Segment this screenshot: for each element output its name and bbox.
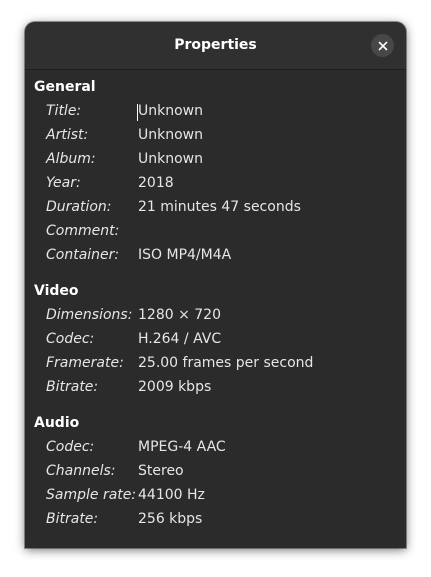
row-value[interactable]: H.264 / AVC bbox=[138, 331, 221, 347]
row-value[interactable]: 25.00 frames per second bbox=[138, 355, 313, 371]
row-label: Artist: bbox=[46, 127, 89, 143]
section-header-general: General bbox=[34, 79, 96, 95]
row-label: Duration: bbox=[46, 199, 112, 215]
row-label: Bitrate: bbox=[46, 511, 99, 527]
row-label: Dimensions: bbox=[46, 307, 133, 323]
row-label: Album: bbox=[46, 151, 96, 167]
titlebar: Properties bbox=[25, 22, 406, 70]
properties-dialog: Properties General Title: Unknown Artist… bbox=[25, 22, 406, 548]
row-year: Year: 2018 bbox=[25, 175, 406, 195]
close-icon bbox=[378, 41, 387, 50]
row-value[interactable]: Unknown bbox=[138, 103, 203, 119]
section-header-audio: Audio bbox=[34, 415, 80, 431]
window-title: Properties bbox=[174, 37, 257, 53]
section-header-video: Video bbox=[34, 283, 79, 299]
row-label: Codec: bbox=[46, 439, 95, 455]
row-value[interactable]: 2009 kbps bbox=[138, 379, 211, 395]
row-value[interactable]: MPEG-4 AAC bbox=[138, 439, 226, 455]
row-label: Sample rate: bbox=[46, 487, 137, 503]
row-value[interactable]: 44100 Hz bbox=[138, 487, 205, 503]
row-title: Title: Unknown bbox=[25, 103, 406, 123]
row-value[interactable]: 2018 bbox=[138, 175, 174, 191]
row-label: Framerate: bbox=[46, 355, 124, 371]
row-value[interactable]: Stereo bbox=[138, 463, 184, 479]
row-album: Album: Unknown bbox=[25, 151, 406, 171]
row-value[interactable]: ISO MP4/M4A bbox=[138, 247, 231, 263]
close-button[interactable] bbox=[371, 34, 394, 57]
row-video-codec: Codec: H.264 / AVC bbox=[25, 331, 406, 351]
row-value[interactable]: Unknown bbox=[138, 151, 203, 167]
row-dimensions: Dimensions: 1280 × 720 bbox=[25, 307, 406, 327]
row-audio-bitrate: Bitrate: 256 kbps bbox=[25, 511, 406, 531]
row-video-bitrate: Bitrate: 2009 kbps bbox=[25, 379, 406, 399]
row-label: Bitrate: bbox=[46, 379, 99, 395]
row-value[interactable]: Unknown bbox=[138, 127, 203, 143]
row-label: Codec: bbox=[46, 331, 95, 347]
row-comment: Comment: bbox=[25, 223, 406, 243]
row-label: Channels: bbox=[46, 463, 116, 479]
row-label: Container: bbox=[46, 247, 120, 263]
row-label: Title: bbox=[46, 103, 82, 119]
row-value[interactable]: 21 minutes 47 seconds bbox=[138, 199, 301, 215]
row-label: Comment: bbox=[46, 223, 120, 239]
row-value[interactable]: 256 kbps bbox=[138, 511, 202, 527]
row-duration: Duration: 21 minutes 47 seconds bbox=[25, 199, 406, 219]
row-sample-rate: Sample rate: 44100 Hz bbox=[25, 487, 406, 507]
row-value[interactable]: 1280 × 720 bbox=[138, 307, 221, 323]
row-label: Year: bbox=[46, 175, 81, 191]
row-audio-codec: Codec: MPEG-4 AAC bbox=[25, 439, 406, 459]
row-channels: Channels: Stereo bbox=[25, 463, 406, 483]
row-framerate: Framerate: 25.00 frames per second bbox=[25, 355, 406, 375]
row-container: Container: ISO MP4/M4A bbox=[25, 247, 406, 267]
row-artist: Artist: Unknown bbox=[25, 127, 406, 147]
